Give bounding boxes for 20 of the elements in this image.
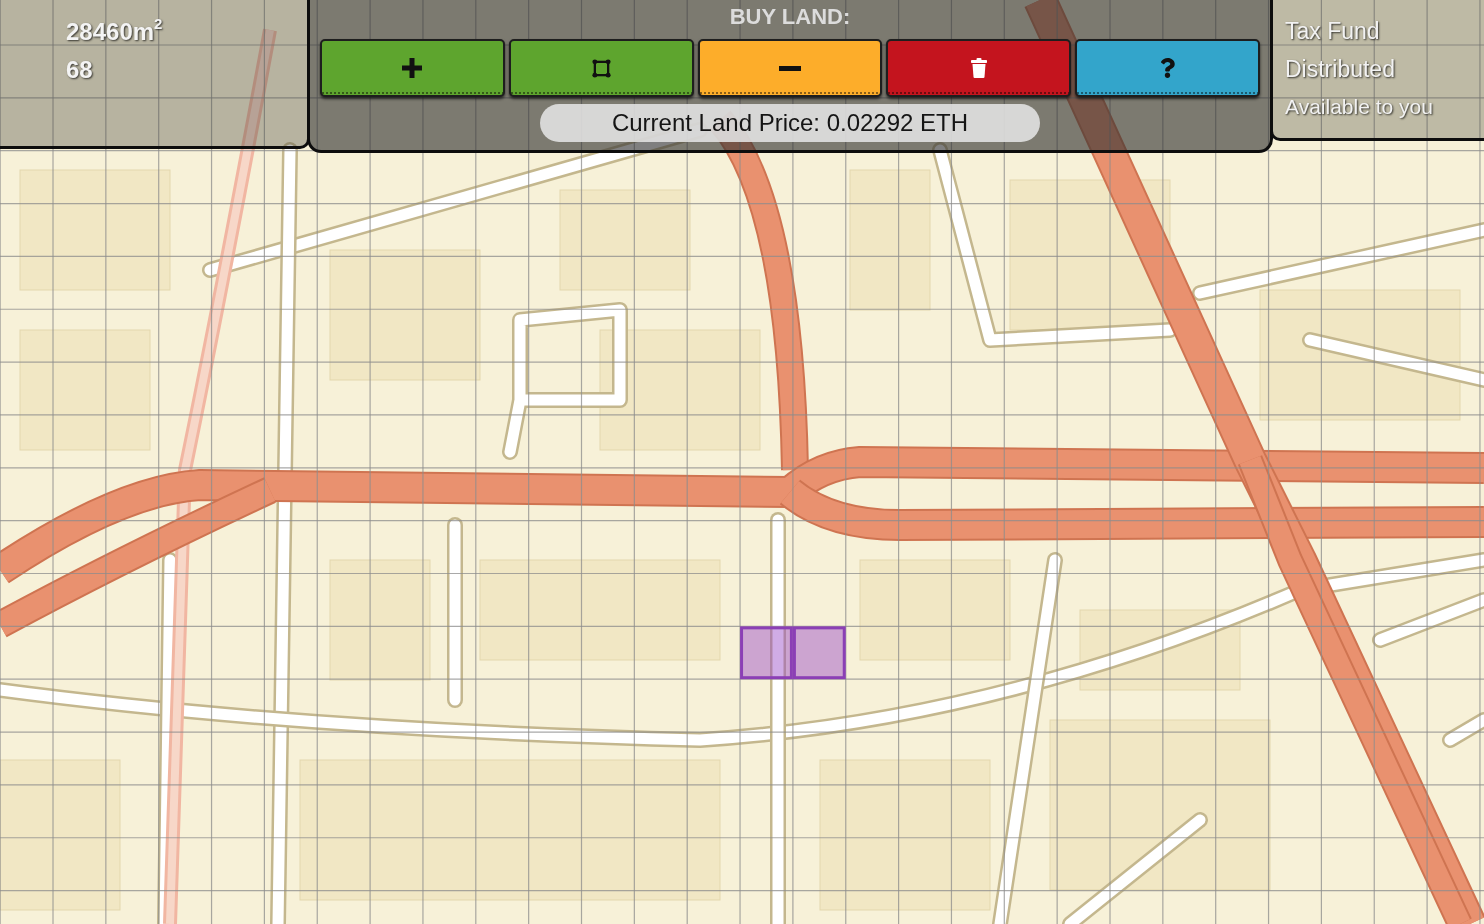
tax-label: Distributed	[1285, 55, 1395, 84]
remove-button[interactable]	[697, 39, 883, 97]
tax-label: Tax Fund	[1285, 17, 1380, 46]
help-button[interactable]	[1075, 39, 1260, 97]
selected-plot[interactable]	[792, 626, 846, 680]
selected-plot[interactable]	[740, 626, 793, 680]
delete-button[interactable]	[886, 39, 1072, 97]
select-area-button[interactable]	[508, 39, 694, 97]
area-value: 28460m$^{2}$	[66, 16, 163, 47]
tax-label: Available to you	[1285, 94, 1433, 120]
plus-icon	[402, 58, 423, 78]
land-price: Current Land Price: 0.02292 ETH	[540, 104, 1040, 142]
add-button[interactable]	[320, 39, 505, 97]
minus-icon	[779, 65, 801, 71]
trash-icon	[970, 58, 987, 78]
panel-title: BUY LAND:	[729, 3, 851, 31]
plot-count: 68	[66, 55, 93, 85]
question-mark-icon	[1160, 58, 1176, 78]
map-drawing[interactable]	[0, 0, 1484, 924]
square-icon	[591, 58, 611, 78]
